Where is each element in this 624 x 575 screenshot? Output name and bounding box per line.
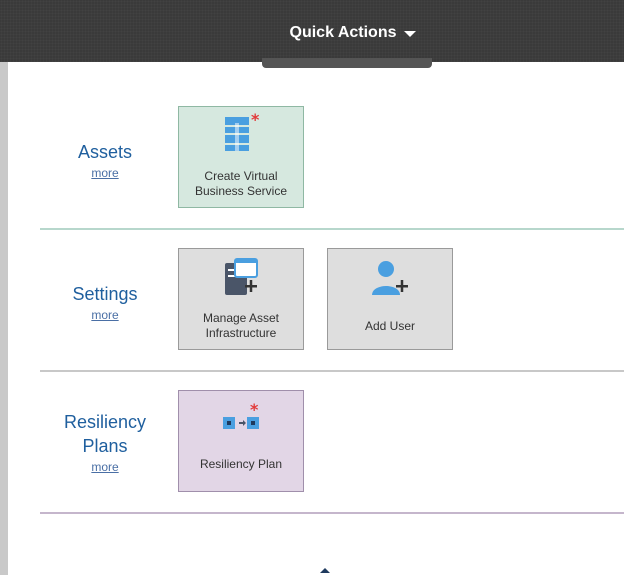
quick-actions-panel: Assets more * Create Virtual Business Se… [8, 62, 624, 575]
manage-asset-infrastructure-tile[interactable]: Manage Asset Infrastructure [178, 248, 304, 350]
section-settings: Settings more Manage Asset Infrastructur… [40, 228, 624, 372]
section-resiliency-plans: Resiliency Plans more * Resiliency Plan [40, 370, 624, 514]
svg-text:*: * [251, 111, 260, 129]
caret-down-icon [404, 31, 417, 37]
section-resiliency-label: Resiliency Plans more [40, 410, 170, 474]
dropdown-tab-notch [262, 58, 432, 68]
asset-infrastructure-icon [217, 253, 265, 305]
tile-label: Create Virtual Business Service [194, 169, 288, 198]
section-assets: Assets more * Create Virtual Business Se… [40, 62, 624, 230]
resiliency-plan-tile[interactable]: * Resiliency Plan [178, 390, 304, 492]
add-user-tile[interactable]: Add User [327, 248, 453, 350]
svg-text:*: * [250, 400, 259, 419]
top-bar: Quick Actions [0, 0, 624, 62]
quick-actions-label: Quick Actions [289, 24, 397, 41]
tile-label: Resiliency Plan [199, 457, 283, 471]
tile-label: Manage Asset Infrastructure [202, 311, 280, 340]
more-link[interactable]: more [40, 460, 170, 474]
section-assets-label: Assets more [40, 140, 170, 180]
collapse-arrow-icon[interactable] [320, 568, 330, 573]
create-virtual-business-service-tile[interactable]: * Create Virtual Business Service [178, 106, 304, 208]
resiliency-plan-icon: * [217, 395, 265, 447]
section-title: Resiliency Plans [63, 412, 147, 456]
more-link[interactable]: more [40, 308, 170, 322]
virtual-business-service-icon: * [219, 111, 263, 163]
section-title: Assets [77, 142, 133, 162]
more-link[interactable]: more [40, 166, 170, 180]
add-user-icon [366, 253, 414, 305]
section-settings-label: Settings more [40, 282, 170, 322]
tile-label: Add User [364, 319, 416, 333]
section-title: Settings [72, 284, 138, 304]
quick-actions-dropdown[interactable]: Quick Actions [268, 18, 438, 48]
